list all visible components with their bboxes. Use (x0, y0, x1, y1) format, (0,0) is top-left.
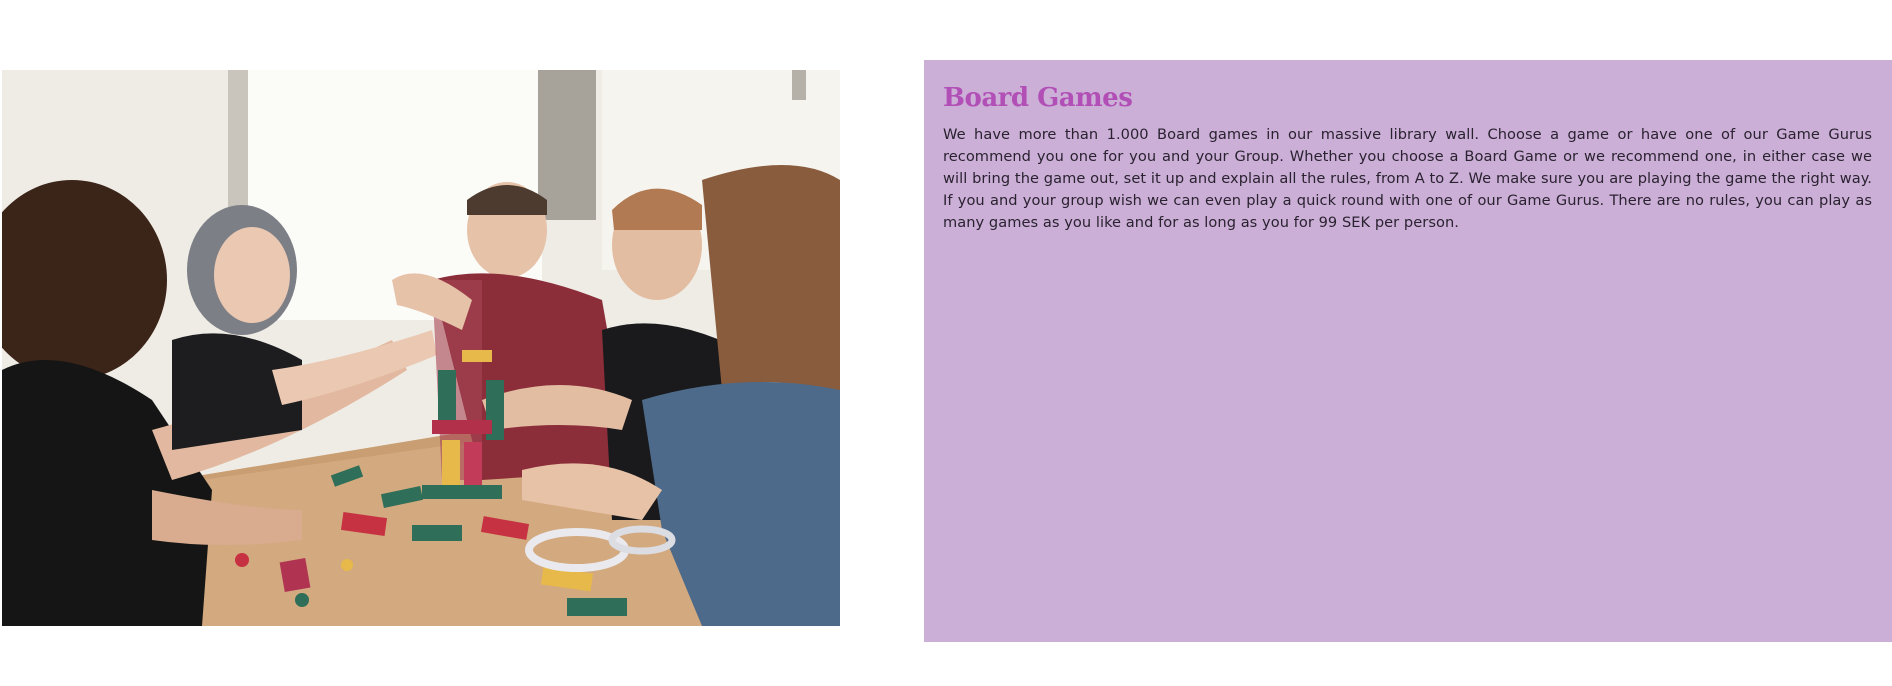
hero-photo-illustration (2, 70, 840, 626)
board-games-title: Board Games (943, 83, 1133, 113)
board-games-panel: Board Games We have more than 1.000 Boar… (924, 60, 1892, 642)
page: Board Games We have more than 1.000 Boar… (0, 0, 1892, 686)
hero-photo (2, 70, 840, 626)
board-games-description: We have more than 1.000 Board games in o… (943, 126, 1872, 231)
